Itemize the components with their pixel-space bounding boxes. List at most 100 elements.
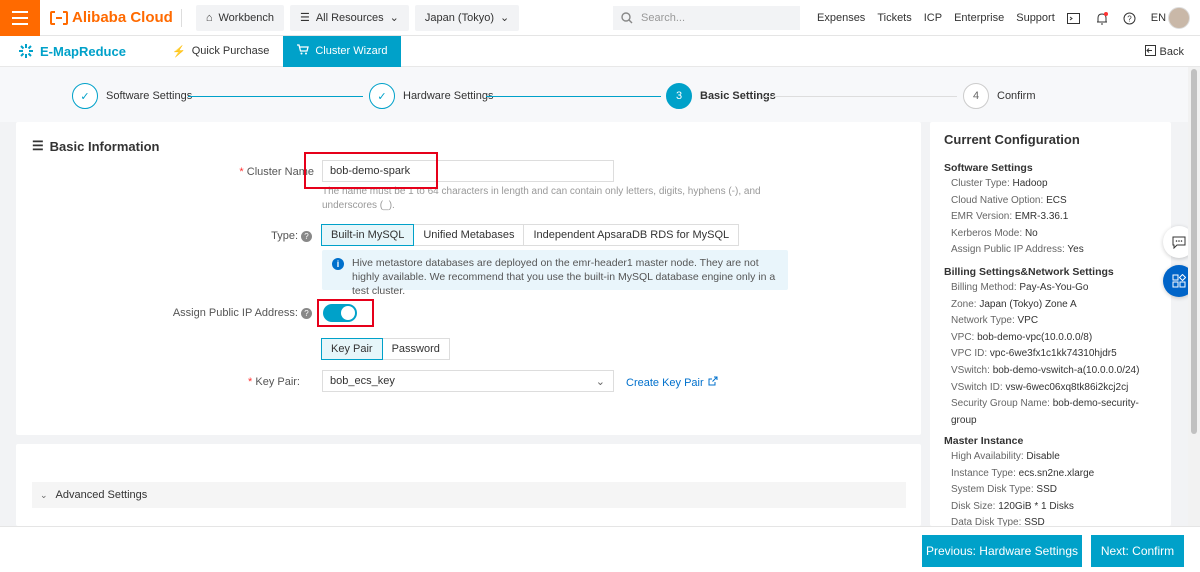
hamburger-menu-icon[interactable] [0,0,40,36]
support-link[interactable]: Support [1016,12,1055,24]
key-pair-label-text: Key Pair: [255,376,300,388]
config-value: EMR-3.36.1 [1014,211,1069,222]
expenses-link[interactable]: Expenses [817,12,865,24]
step-connector [188,96,363,97]
search-input[interactable]: Search... [613,6,800,30]
config-row: System Disk Type: SSD [951,484,1057,495]
key-pair-label: * Key Pair: [248,376,300,388]
back-button[interactable]: Back [1144,45,1184,59]
next-button[interactable]: Next: Confirm [1091,535,1184,567]
cluster-name-hint: The name must be 1 to 64 characters in l… [322,186,761,211]
config-key: Disk Size: [951,500,996,512]
type-label-text: Type: [271,230,298,242]
scrollbar-thumb[interactable] [1191,69,1197,434]
public-ip-label-text: Assign Public IP Address: [172,307,298,319]
step-number: 3 [666,83,692,109]
config-key: Assign Public IP Address: [951,244,1065,255]
user-avatar[interactable] [1168,7,1190,29]
config-value: Disable [1026,451,1060,462]
all-resources-dropdown[interactable]: ☰ All Resources ⌄ [289,4,409,31]
config-row: VSwitch ID: vsw-6wec06xq8tk86i2kcj2cj [951,382,1128,393]
terminal-icon[interactable] [1067,11,1081,25]
chevron-down-icon: ⌄ [40,489,48,500]
help-icon[interactable]: ? [301,307,312,319]
brand-name: Alibaba Cloud [72,9,173,26]
config-row: VSwitch: bob-demo-vswitch-a(10.0.0.0/24) [951,365,1139,376]
section-title: ☰ Basic Information [32,138,159,154]
cart-icon [297,44,310,58]
config-key: High Availability: [951,451,1024,462]
check-icon: ✓ [72,83,98,109]
type-info-box: i Hive metastore databases are deployed … [322,250,788,297]
config-row: group [951,415,977,426]
auth-option-key-pair[interactable]: Key Pair [321,338,383,360]
auth-option-password[interactable]: Password [381,338,450,360]
create-key-pair-text: Create Key Pair [626,376,704,389]
enterprise-link[interactable]: Enterprise [954,12,1004,24]
type-label: Type:? [112,230,312,242]
config-value: SSD [1024,517,1045,526]
config-value: bob-demo-vpc(10.0.0.0/8) [977,331,1093,343]
advanced-settings-toggle[interactable]: ⌄ Advanced Settings [32,482,906,508]
help-icon[interactable]: ? [301,230,312,242]
config-value: Yes [1067,244,1084,255]
config-row: Network Type: VPC [951,315,1038,326]
config-value: ECS [1046,194,1067,206]
config-row: Instance Type: ecs.sn2ne.xlarge [951,468,1094,479]
config-key: VSwitch ID: [951,381,1003,393]
type-option-apsaradb-rds[interactable]: Independent ApsaraDB RDS for MySQL [523,224,740,246]
key-pair-select[interactable]: bob_ecs_key ⌄ [322,370,614,392]
config-key: Kerberos Mode: [951,227,1023,239]
config-key: VPC ID: [951,348,988,360]
config-key: Zone: [951,298,977,310]
emr-logo-icon [19,44,33,58]
alibaba-logo-icon [50,10,68,25]
config-value: vsw-6wec06xq8tk86i2kcj2cj [1005,381,1129,393]
back-label: Back [1159,46,1184,58]
region-dropdown[interactable]: Japan (Tokyo) ⌄ [414,4,520,31]
search-icon [621,12,633,24]
config-value: group [951,414,977,426]
wizard-steps: ✓ Software Settings ✓ Hardware Settings … [0,67,1200,122]
tab-cluster-wizard[interactable]: Cluster Wizard [283,35,402,67]
type-option-builtin-mysql[interactable]: Built-in MySQL [321,224,415,246]
workbench-button[interactable]: ⌂ Workbench [195,4,284,31]
config-row: Kerberos Mode: No [951,228,1038,239]
config-row: High Availability: Disable [951,451,1060,462]
emr-logo[interactable]: E-MapReduce [18,43,158,59]
alibaba-cloud-logo[interactable]: Alibaba Cloud [50,9,173,26]
config-key: Instance Type: [951,467,1016,479]
advanced-settings-label: Advanced Settings [55,489,148,501]
workbench-label: Workbench [218,11,274,24]
step-software-settings: ✓ Software Settings [72,83,192,109]
config-key: Network Type: [951,315,1015,327]
list-icon: ☰ [299,12,310,24]
chat-icon [1172,236,1186,249]
config-row: VPC: bob-demo-vpc(10.0.0.0/8) [951,332,1092,343]
scrollbar[interactable] [1188,67,1200,526]
type-selector: Built-in MySQL Unified Metabases Indepen… [321,224,740,246]
type-info-text: Hive metastore databases are deployed on… [352,257,776,297]
config-key: Data Disk Type: [951,517,1022,526]
icp-link[interactable]: ICP [924,12,942,24]
chevron-down-icon: ⌄ [499,12,510,24]
cluster-name-label: * Cluster Name [239,166,314,178]
highlight-box [317,299,374,327]
help-icon[interactable]: ? [1123,11,1137,25]
tickets-link[interactable]: Tickets [877,12,911,24]
list-icon: ☰ [32,138,44,153]
type-option-unified-metabases[interactable]: Unified Metabases [413,224,525,246]
bell-icon[interactable] [1095,11,1109,25]
create-key-pair-link[interactable]: Create Key Pair [626,376,718,389]
config-value: bob-demo-security- [1052,398,1139,410]
step-label: Confirm [997,90,1036,102]
auth-selector: Key Pair Password [321,338,450,360]
previous-button[interactable]: Previous: Hardware Settings [922,535,1082,567]
config-value: No [1024,227,1038,239]
tab-quick-purchase[interactable]: ⚡ Quick Purchase [158,36,283,67]
config-value: SSD [1036,484,1057,495]
config-value: Pay-As-You-Go [1019,282,1089,293]
config-value: 120GiB * 1 Disks [998,500,1074,512]
language-switch[interactable]: EN [1151,12,1166,24]
config-value: Hadoop [1012,178,1048,189]
